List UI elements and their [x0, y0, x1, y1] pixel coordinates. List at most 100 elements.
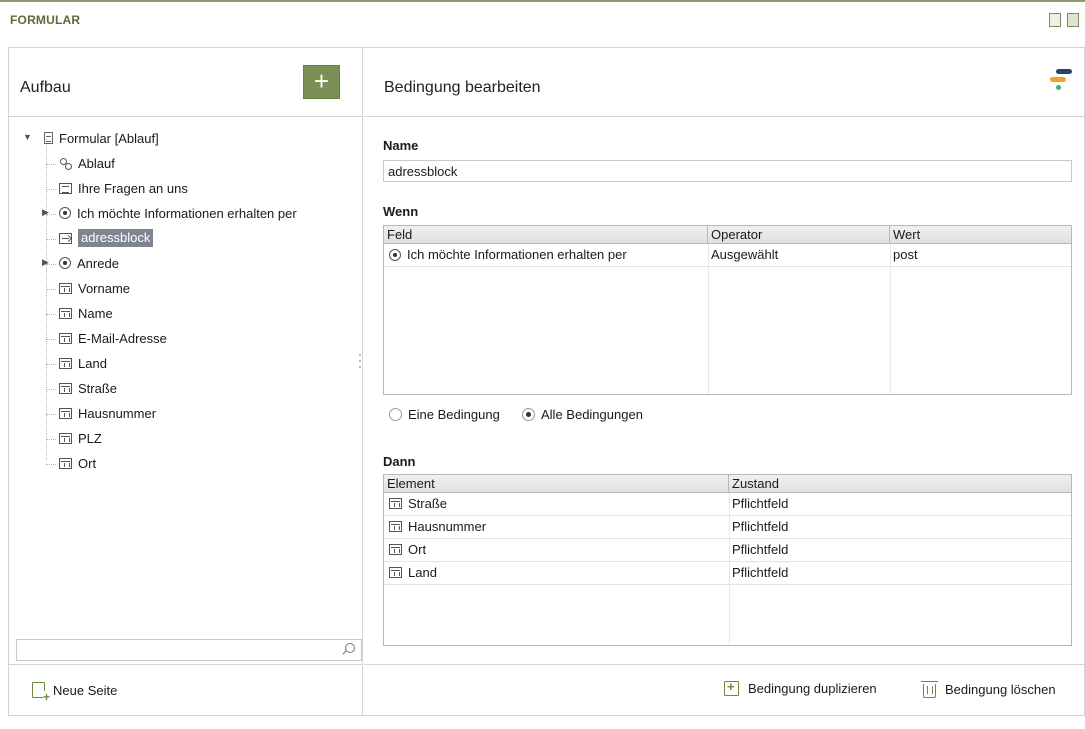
dann-table: Element Zustand Straße Pflichtfeld Hausnum…: [383, 474, 1072, 646]
tree-item[interactable]: Ort: [59, 452, 96, 474]
name-input[interactable]: adressblock: [383, 160, 1072, 182]
table-row[interactable]: Land Pflichtfeld: [384, 562, 1071, 585]
table-row[interactable]: Hausnummer Pflichtfeld: [384, 516, 1071, 539]
structure-panel: Aufbau + ▼ Formular [Ablauf] Ablauf Ihre Fr…: [8, 47, 363, 716]
tree-item-label: adressblock: [78, 229, 154, 247]
tree-item[interactable]: Vorname: [59, 277, 130, 299]
structure-title: Aufbau: [20, 79, 71, 96]
tree-item-label: Name: [78, 305, 113, 321]
feld-cell: Ich möchte Informationen erhalten per: [386, 247, 630, 262]
tree-item[interactable]: Ihre Fragen an uns: [59, 177, 188, 199]
mode-option-alle[interactable]: Alle Bedingungen: [522, 407, 643, 422]
column-header-operator[interactable]: Operator: [708, 226, 890, 244]
textfield-icon: [389, 544, 402, 555]
column-header-feld[interactable]: Feld: [384, 226, 708, 244]
wenn-table: Feld Operator Wert Ich möchte Informatio…: [383, 225, 1072, 395]
table-row[interactable]: Straße Pflichtfeld: [384, 493, 1071, 516]
delete-label: Bedingung löschen: [945, 682, 1056, 697]
expand-down-icon[interactable]: ▼: [23, 132, 33, 142]
textfield-icon: [59, 282, 72, 294]
mode-option-alle-label: Alle Bedingungen: [541, 407, 643, 422]
expand-right-icon[interactable]: ▶: [42, 207, 52, 218]
tree-item[interactable]: E-Mail-Adresse: [59, 327, 167, 349]
textarea-icon: [59, 182, 72, 194]
zustand-cell: Pflichtfeld: [732, 519, 789, 534]
tree-item-label: Formular [Ablauf]: [59, 130, 159, 146]
document-view-icon[interactable]: [1049, 13, 1061, 27]
tree-item[interactable]: Land: [59, 352, 107, 374]
title-bar: FORMULAR: [0, 0, 1085, 40]
panel-splitter[interactable]: [358, 350, 362, 410]
zustand-cell: Pflichtfeld: [732, 496, 789, 511]
page-add-icon: [32, 682, 50, 703]
element-value: Straße: [408, 496, 448, 511]
textfield-icon: [59, 407, 72, 419]
tree-item[interactable]: PLZ: [59, 427, 102, 449]
name-label: Name: [383, 138, 419, 153]
textfield-icon: [389, 498, 402, 509]
textfield-icon: [59, 307, 72, 319]
delete-condition-button[interactable]: Bedingung löschen: [921, 681, 1056, 698]
column-header-wert[interactable]: Wert: [890, 226, 1072, 244]
feld-value: Ich möchte Informationen erhalten per: [407, 247, 627, 262]
form-view-icon[interactable]: [1067, 13, 1079, 27]
table-row[interactable]: Ich möchte Informationen erhalten per Au…: [384, 244, 1071, 267]
tree-item[interactable]: ▶ Anrede: [42, 252, 119, 274]
tree-item[interactable]: Name: [59, 302, 113, 324]
add-element-button[interactable]: +: [303, 65, 340, 99]
mode-option-eine[interactable]: Eine Bedingung: [389, 407, 500, 422]
document-icon: [44, 132, 53, 144]
radio-alle-bedingungen[interactable]: [522, 408, 535, 421]
tree-item-label: Ort: [78, 455, 97, 471]
tree-item[interactable]: ▶ Ich möchte Informationen erhalten per: [42, 202, 297, 224]
edit-header: Bedingung bearbeiten: [364, 47, 1085, 117]
duplicate-condition-button[interactable]: Bedingung duplizieren: [724, 679, 877, 696]
column-header-element[interactable]: Element: [384, 475, 729, 493]
expand-right-icon[interactable]: ▶: [42, 257, 52, 268]
tree-item[interactable]: Straße: [59, 377, 117, 399]
wert-cell: post: [893, 247, 918, 262]
textfield-icon: [389, 521, 402, 532]
table-row[interactable]: Ort Pflichtfeld: [384, 539, 1071, 562]
tree-item[interactable]: adressblock: [59, 227, 154, 249]
dann-label: Dann: [383, 454, 416, 469]
tree-item-label: PLZ: [78, 430, 102, 446]
tree-item-label: Ich möchte Informationen erhalten per: [77, 205, 297, 221]
tree-item-label: E-Mail-Adresse: [78, 330, 167, 346]
tree-item-label: Straße: [78, 380, 118, 396]
zustand-cell: Pflichtfeld: [732, 542, 789, 557]
radio-field-icon: [389, 248, 401, 261]
element-value: Land: [408, 565, 437, 580]
element-cell: Hausnummer: [386, 519, 489, 534]
wenn-label: Wenn: [383, 204, 419, 219]
search-icon[interactable]: [345, 643, 355, 653]
textfield-icon: [59, 332, 72, 344]
element-value: Ort: [408, 542, 427, 557]
textfield-icon: [59, 357, 72, 369]
element-value: Hausnummer: [408, 519, 487, 534]
structure-footer: Neue Seite: [8, 664, 362, 716]
textfield-icon: [389, 567, 402, 578]
new-page-button[interactable]: Neue Seite: [32, 682, 117, 703]
edit-title: Bedingung bearbeiten: [384, 79, 541, 96]
flow-icon: [59, 157, 72, 170]
tree-item[interactable]: Hausnummer: [59, 402, 156, 424]
structure-header: Aufbau +: [8, 47, 362, 117]
duplicate-icon: [724, 679, 739, 696]
tree-item-label: Hausnummer: [78, 405, 157, 421]
tree-search-input[interactable]: [16, 639, 362, 661]
element-cell: Ort: [386, 542, 429, 557]
radio-eine-bedingung[interactable]: [389, 408, 402, 421]
window-title: FORMULAR: [10, 13, 81, 27]
textfield-icon: [59, 432, 72, 444]
tree-item[interactable]: Ablauf: [59, 152, 115, 174]
tree-item[interactable]: ▼ Formular [Ablauf]: [23, 127, 159, 149]
column-header-zustand[interactable]: Zustand: [729, 475, 1072, 493]
element-cell: Straße: [386, 496, 450, 511]
operator-cell: Ausgewählt: [711, 247, 779, 262]
radio-icon: [59, 207, 71, 219]
tree-item-label: Anrede: [77, 255, 119, 271]
trash-icon: [921, 681, 938, 698]
tree-item-label: Ablauf: [78, 155, 115, 171]
tree-item-label: Ihre Fragen an uns: [78, 180, 188, 196]
